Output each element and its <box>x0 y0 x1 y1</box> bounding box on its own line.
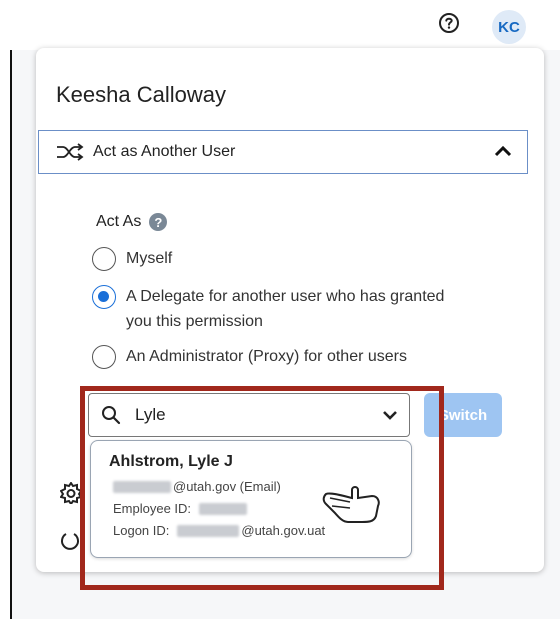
shuffle-icon <box>57 143 84 161</box>
radio-delegate[interactable] <box>92 285 116 309</box>
info-icon[interactable]: ? <box>149 213 168 231</box>
option-administrator-label: An Administrator (Proxy) for other users <box>126 348 407 365</box>
act-as-another-user-header[interactable]: Act as Another User <box>38 130 528 174</box>
option-delegate-line1: A Delegate for another user who has gran… <box>126 288 445 305</box>
top-bar: KC <box>0 0 560 50</box>
radio-administrator[interactable] <box>92 345 116 369</box>
user-name: Keesha Calloway <box>56 82 226 107</box>
option-delegate-label: A Delegate for another user who has gran… <box>126 284 444 334</box>
option-administrator[interactable]: An Administrator (Proxy) for other users <box>92 344 407 369</box>
chevron-up-icon[interactable] <box>493 143 513 159</box>
act-as-label: Act As ? <box>96 213 168 231</box>
option-delegate[interactable]: A Delegate for another user who has gran… <box>92 284 444 334</box>
avatar[interactable]: KC <box>492 10 526 44</box>
act-as-text: Act As <box>96 213 142 230</box>
highlight-annotation <box>80 386 444 590</box>
option-myself-label: Myself <box>126 250 173 267</box>
gear-icon[interactable] <box>60 482 82 504</box>
option-delegate-line2: you this permission <box>126 313 263 330</box>
power-icon[interactable] <box>60 530 80 550</box>
question-circle-icon[interactable] <box>438 12 460 34</box>
radio-myself[interactable] <box>92 247 116 271</box>
option-myself[interactable]: Myself <box>92 246 172 271</box>
section-label: Act as Another User <box>93 143 236 160</box>
